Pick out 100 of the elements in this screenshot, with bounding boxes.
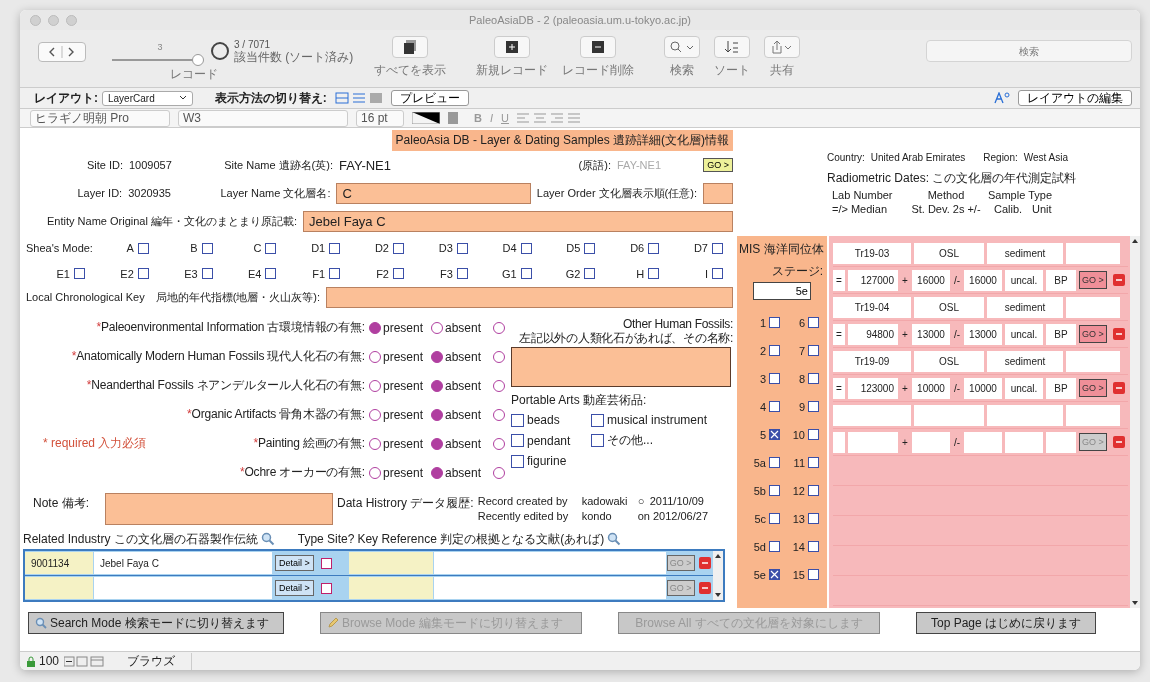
- original-name-label: (原語):: [577, 157, 611, 173]
- minus-sign: /-: [953, 328, 961, 340]
- median-cell: 94800: [848, 323, 898, 345]
- stage-number: 6: [798, 316, 805, 329]
- region-label: Region:: [983, 152, 1018, 163]
- minus-sign: /-: [953, 274, 961, 286]
- mode-label: D5: [566, 242, 581, 255]
- share-label: 共有: [770, 62, 794, 79]
- type-site-label: Type Site?: [297, 532, 355, 546]
- mode-label: D4: [502, 242, 517, 255]
- lab-number-cell: Tr19-03: [833, 242, 911, 264]
- radio-option[interactable]: present: [369, 320, 431, 335]
- art-option[interactable]: figurine: [511, 454, 591, 468]
- column-header: Lab Number: [832, 189, 894, 201]
- font-style-dropdown[interactable]: W3: [178, 109, 348, 127]
- go-button[interactable]: GO >: [1079, 325, 1107, 343]
- art-option[interactable]: その他...: [591, 432, 731, 449]
- field-label: *Paleoenvironmental Information 古環境情報の有無:: [96, 319, 365, 336]
- plus-sign: +: [901, 382, 909, 394]
- art-option[interactable]: musical instrument: [591, 413, 731, 427]
- column-header: Calib.: [994, 203, 1024, 215]
- created-date: 2011/10/09: [649, 495, 705, 507]
- column-header: Method: [926, 189, 966, 201]
- industry-id-cell: 9001134: [25, 552, 93, 574]
- mode-label: ブラウズ: [127, 652, 193, 670]
- search-field[interactable]: 検索: [926, 40, 1132, 62]
- art-option[interactable]: beads: [511, 413, 591, 427]
- other-fossils-label: Other Human Fossils:: [622, 317, 733, 331]
- radio-option[interactable]: present: [369, 349, 431, 364]
- sort-label: ソート: [714, 62, 750, 79]
- mode-label: E1: [56, 267, 70, 280]
- radio-option[interactable]: present: [369, 436, 431, 451]
- column-header: =/> Median: [832, 203, 889, 215]
- layout-label: レイアウト:: [34, 89, 98, 107]
- form-header: PaleoAsia DB - Layer & Dating Samples 遺跡詳細(文化層)情報: [391, 130, 733, 151]
- field-label: *Neanderthal Fossils ネアンデルタール人化石の有無:: [86, 377, 365, 394]
- layer-id-label: Layer ID:: [76, 187, 123, 199]
- edited-date: on 2012/06/27: [637, 510, 710, 522]
- field-label: *Painting 絵画の有無:: [253, 435, 365, 452]
- calibration-cell: uncal.: [1005, 269, 1043, 291]
- stage-number: 5c: [754, 512, 766, 525]
- art-option[interactable]: pendant: [511, 432, 591, 449]
- country-label: Country:: [827, 152, 865, 163]
- go-button[interactable]: GO >: [1079, 271, 1107, 289]
- mode-button[interactable]: Top Page はじめに戻ります: [916, 612, 1096, 634]
- preview-button[interactable]: プレビュー: [390, 90, 469, 106]
- radio-option[interactable]: absent: [431, 349, 493, 364]
- new-record-label: 新規レコード: [476, 62, 548, 79]
- mode-button[interactable]: Search Mode 検索モードに切り替えます: [28, 612, 284, 634]
- stage-number: 5d: [753, 540, 766, 553]
- stage-number: 3: [759, 372, 766, 385]
- layout-dropdown[interactable]: LayerCard: [102, 90, 193, 106]
- column-header: Unit: [1032, 203, 1052, 215]
- column-header: Sample Type: [988, 189, 1052, 201]
- minus-sign: /-: [953, 436, 961, 448]
- industry-name-cell: Jebel Faya C: [94, 552, 272, 574]
- unit-cell: BP: [1046, 323, 1076, 345]
- country-value: United Arab Emirates: [870, 152, 966, 163]
- radio-option[interactable]: absent: [431, 465, 493, 480]
- radio-option[interactable]: absent: [431, 436, 493, 451]
- mode-label: D6: [630, 242, 645, 255]
- mode-label: H: [636, 267, 645, 280]
- go-button[interactable]: GO >: [703, 158, 733, 172]
- sample-type-cell: sediment: [987, 296, 1063, 318]
- mode-label: D1: [311, 242, 326, 255]
- radio-option[interactable]: absent: [431, 378, 493, 393]
- layer-name-label: Layer Name 文化層名:: [219, 185, 331, 201]
- unit-cell: BP: [1046, 377, 1076, 399]
- mode-label: E4: [247, 267, 262, 280]
- radio-option[interactable]: present: [369, 465, 431, 480]
- stage-number: 9: [798, 400, 805, 413]
- site-id-label: Site ID:: [85, 159, 123, 171]
- mode-label: G2: [565, 267, 581, 280]
- created-label: Record created by: [477, 495, 569, 507]
- record-label: レコード: [170, 66, 218, 83]
- radio-option[interactable]: absent: [431, 320, 493, 335]
- deviation-cell: 16000: [912, 269, 950, 291]
- mode-label: F1: [312, 267, 326, 280]
- stage-field[interactable]: 5e: [753, 282, 811, 300]
- mode-label: A: [126, 242, 134, 255]
- relation-cell: =: [833, 377, 845, 399]
- detail-button[interactable]: Detail >: [275, 555, 314, 571]
- go-button[interactable]: GO >: [1079, 379, 1107, 397]
- edit-layout-button[interactable]: レイアウトの編集: [1018, 90, 1132, 106]
- field-label: *Organic Artifacts 骨角木器の有無:: [187, 406, 365, 423]
- stage-number: 11: [793, 456, 805, 469]
- view-switch-label: 表示方法の切り替え:: [214, 89, 327, 107]
- radio-option[interactable]: present: [369, 407, 431, 422]
- mode-label: E2: [120, 267, 134, 280]
- radio-option[interactable]: present: [369, 378, 431, 393]
- deviation-cell: 16000: [964, 269, 1002, 291]
- layer-name-field[interactable]: C: [336, 182, 531, 204]
- font-dropdown[interactable]: ヒラギノ明朝 Pro: [30, 109, 170, 127]
- detail-button[interactable]: Detail >: [275, 580, 314, 596]
- radio-option[interactable]: absent: [431, 407, 493, 422]
- font-size-dropdown[interactable]: 16 pt: [356, 109, 404, 127]
- entity-name-field[interactable]: Jebel Faya C: [303, 210, 733, 232]
- stage-number: 5a: [753, 456, 766, 469]
- note-label: Note 備考:: [32, 495, 90, 512]
- lab-number-cell: Tr19-04: [833, 296, 911, 318]
